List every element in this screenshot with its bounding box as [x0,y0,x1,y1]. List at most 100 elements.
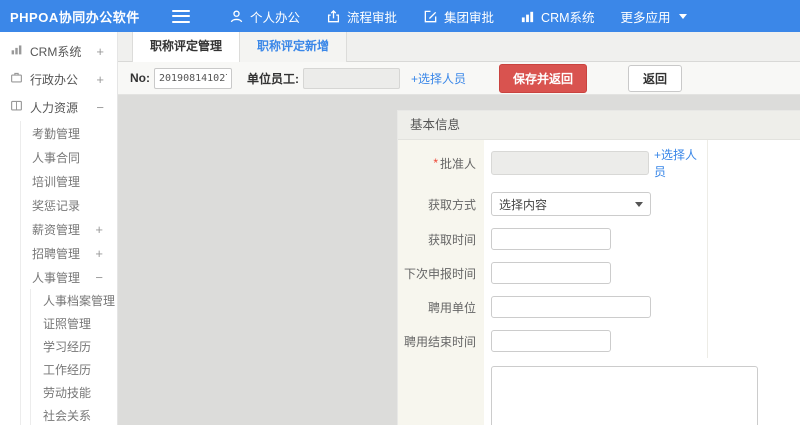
no-input[interactable] [154,67,232,89]
content-canvas: 基本信息 * 批准人 +选择人员 获取方式 选择内容 获取时间 下次申报时间 聘… [118,95,800,425]
sidebar-item-certificates[interactable]: 证照管理 [31,312,117,335]
field-label-text: 聘用单位 [427,300,476,315]
tab-title-evaluation-new[interactable]: 职称评定新增 [240,32,348,62]
sidebar-item-label: 劳动技能 [43,386,92,400]
sidebar: CRM系统 + 行政办公 + 人力资源 − 考勤管理 人事合同 培训管理 奖惩记… [0,32,118,425]
top-menu: 个人办公 流程审批 集团审批 CRM系统 更多应用 [216,0,700,32]
sidebar-item-label: 薪资管理 [32,222,81,237]
toolbar: No: 单位员工: +选择人员 保存并返回 返回 [118,62,800,95]
form-row-employer: 聘用单位 [398,290,800,324]
topmenu-item-more-apps[interactable]: 更多应用 [608,0,700,32]
menu-toggle-icon[interactable] [172,9,190,23]
sidebar-item-label: 人力资源 [30,100,79,115]
workflow-approve-icon [326,9,341,24]
acquire-method-select[interactable]: 选择内容 [491,192,651,216]
expand-icon[interactable]: + [95,246,103,261]
next-apply-time-input[interactable] [491,262,611,284]
sidebar-item-crm[interactable]: CRM系统 + [0,37,117,65]
form-row-acquire-method: 获取方式 选择内容 [398,186,800,222]
select-person-link[interactable]: +选择人员 [411,70,466,87]
back-button[interactable]: 返回 [628,64,683,92]
expand-icon[interactable]: + [95,222,103,237]
collapse-icon[interactable]: − [96,100,104,115]
caret-down-icon [678,13,687,19]
required-asterisk: * [433,156,438,170]
approver-input[interactable] [491,151,649,175]
field-label: 下次申报时间 [398,256,484,290]
field-cell: +选择人员 [484,140,708,186]
sidebar-item-label: 招聘管理 [32,246,81,261]
field-cell [484,256,708,290]
sidebar-item-rewards[interactable]: 奖惩记录 [21,193,117,217]
employee-input[interactable] [303,67,400,89]
sidebar-item-admin-office[interactable]: 行政办公 + [0,65,117,93]
section-title: 基本信息 [398,111,800,140]
field-label: 聘用单位 [398,290,484,324]
edit-approve-icon [423,9,438,24]
no-label: No: [130,71,150,85]
field-cell [484,358,800,425]
evaluation-detail-textarea[interactable] [491,366,758,425]
form-row-evaluation-detail: 评定详情 [398,358,800,425]
sidebar-item-work-history[interactable]: 工作经历 [31,358,117,381]
form-row-employ-end-time: 聘用结束时间 [398,324,800,358]
sidebar-item-recruit[interactable]: 招聘管理 + [21,241,117,265]
topbar: PHPOA协同办公软件 个人办公 流程审批 集团审批 CRM系统 更多应用 [0,0,800,32]
sidebar-item-education[interactable]: 学习经历 [31,335,117,358]
sidebar-item-salary[interactable]: 薪资管理 + [21,217,117,241]
save-and-return-button[interactable]: 保存并返回 [499,63,588,93]
bar-chart-icon [520,9,535,24]
basic-info-panel: 基本信息 * 批准人 +选择人员 获取方式 选择内容 获取时间 下次申报时间 聘… [397,110,800,425]
sidebar-item-personnel[interactable]: 人事管理 − [21,265,117,289]
field-label: * 批准人 [398,140,484,186]
main-content: 职称评定管理 职称评定新增 No: 单位员工: +选择人员 保存并返回 返回 基… [118,32,800,425]
field-label-text: 获取方式 [427,197,476,212]
form-row-acquire-time: 获取时间 [398,222,800,256]
sidebar-item-training[interactable]: 培训管理 [21,169,117,193]
expand-icon[interactable]: + [96,44,104,59]
field-label-text: 获取时间 [427,232,476,247]
collapse-icon[interactable]: − [95,270,103,285]
expand-icon[interactable]: + [96,72,104,87]
employee-label: 单位员工: [247,71,299,86]
sidebar-personnel-submenu: 人事档案管理 证照管理 学习经历 工作经历 劳动技能 社会关系 [30,289,117,425]
employer-input[interactable] [491,296,651,318]
sidebar-item-label: 证照管理 [43,317,92,331]
user-icon [229,9,244,24]
topmenu-label: 流程审批 [347,10,398,25]
field-cell [484,290,708,324]
topmenu-item-personal-office[interactable]: 个人办公 [216,0,313,32]
briefcase-icon [10,71,23,87]
app-logo: PHPOA协同办公软件 [10,9,140,25]
sidebar-item-skills[interactable]: 劳动技能 [31,381,117,404]
sidebar-item-label: 考勤管理 [32,126,81,141]
caret-down-icon [635,201,643,207]
field-label: 聘用结束时间 [398,324,484,358]
form-body: * 批准人 +选择人员 获取方式 选择内容 获取时间 下次申报时间 聘用单位 聘… [398,140,800,425]
sidebar-item-label: 学习经历 [43,340,92,354]
select-person-link[interactable]: +选择人员 [654,146,707,180]
sidebar-item-label: 培训管理 [32,174,81,189]
employ-end-time-input[interactable] [491,330,611,352]
sidebar-item-label: CRM系统 [30,44,82,59]
topmenu-label: 个人办公 [250,10,301,25]
topmenu-item-group-approval[interactable]: 集团审批 [410,0,507,32]
sidebar-item-attendance[interactable]: 考勤管理 [21,121,117,145]
sidebar-item-hr[interactable]: 人力资源 − [0,93,117,121]
form-row-next-apply-time: 下次申报时间 [398,256,800,290]
tab-title-evaluation-manage[interactable]: 职称评定管理 [132,32,241,62]
field-cell [484,324,708,358]
field-label: 获取方式 [398,186,484,222]
sidebar-item-label: 奖惩记录 [32,198,81,213]
field-label: 评定详情 [398,358,484,425]
acquire-time-input[interactable] [491,228,611,250]
sidebar-item-social-relations[interactable]: 社会关系 [31,404,117,425]
field-cell: 选择内容 [484,186,708,222]
field-cell [484,222,708,256]
bar-chart-icon [10,43,23,59]
sidebar-item-personnel-files[interactable]: 人事档案管理 [31,289,117,312]
sidebar-item-hr-contract[interactable]: 人事合同 [21,145,117,169]
topmenu-item-workflow-approval[interactable]: 流程审批 [313,0,410,32]
sidebar-item-label: 人事档案管理 [43,294,116,308]
topmenu-item-crm[interactable]: CRM系统 [507,0,607,32]
